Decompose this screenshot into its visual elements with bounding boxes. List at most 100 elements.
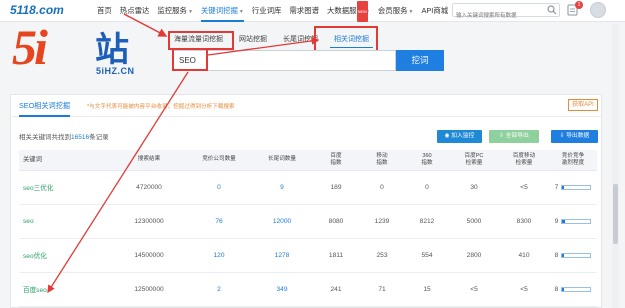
add-monitor-button[interactable]: ◉ 加入监控 — [437, 130, 482, 143]
nav-item-label: 行业词库 — [251, 6, 282, 15]
competition-meter: 8 — [555, 286, 592, 293]
cell-mob_search: <5 — [499, 170, 549, 205]
cell-mobile: 71 — [359, 272, 405, 307]
table-row: seo优化 14500000 120 1278 1811 253 554 2800 410 8 — [19, 238, 597, 273]
panel-tab-related[interactable]: SEO相关词挖掘 — [19, 101, 71, 117]
search-icon[interactable] — [547, 5, 557, 15]
cell-pc: 30 — [449, 170, 499, 205]
new-badge: NEW — [356, 1, 368, 22]
cell-companies[interactable]: 2 — [187, 272, 251, 307]
scrollbar-thumb[interactable] — [613, 184, 618, 244]
page-scrollbar[interactable] — [612, 24, 619, 308]
chevron-down-icon: ▼ — [187, 9, 193, 15]
export-data-button[interactable]: ⇩ 导出数据 — [551, 130, 598, 143]
cell-mob_search: 410 — [499, 238, 549, 273]
message-count-badge: 1 — [575, 1, 583, 9]
cell-mobile: 0 — [359, 170, 405, 205]
keyword-link[interactable]: seo — [19, 204, 111, 239]
cell-mobile: 1239 — [359, 204, 405, 239]
cell-competition: 8 — [549, 272, 597, 307]
column-header[interactable]: 长尾词数量 — [251, 150, 313, 171]
global-search-input[interactable] — [453, 10, 545, 22]
record-count-prefix: 相关关键词共找到 — [19, 134, 71, 141]
export-all-label: 全部导出 — [505, 133, 529, 139]
logo-number: 5i — [12, 19, 48, 75]
table-body: seo三优化 4720000 0 9 189 0 0 30 <5 7 seo 12300000 76 12… — [19, 170, 597, 307]
dig-words-button[interactable]: 挖词 — [396, 50, 444, 71]
nav-item-3[interactable]: 关键词挖掘▼ — [200, 0, 244, 22]
global-search — [452, 3, 560, 22]
cell-results: 12500000 — [111, 272, 187, 307]
watermark-logo: 5i 站 5iHZ.CN — [12, 18, 162, 78]
site-logo[interactable]: 5118.com — [10, 3, 90, 19]
competition-meter: 9 — [555, 218, 592, 225]
cell-mob_search: 8300 — [499, 204, 549, 239]
column-header[interactable]: 竞价公司数量 — [187, 150, 251, 171]
table-row: 百度seo 12500000 2 349 241 71 15 <5 <5 8 — [19, 272, 597, 307]
cell-mob_search: <5 — [499, 272, 549, 307]
keyword-table: 关键词 搜索结果 竞价公司数量 长尾词数量 百度 指数 移动 指数 360 指数 百度PC 检… — [19, 150, 597, 307]
competition-bar — [561, 184, 592, 190]
nav-item-5[interactable]: 需求图谱 — [289, 0, 319, 22]
cell-longtail[interactable]: 1278 — [251, 238, 313, 273]
nav-item-7[interactable]: 会员服务▼ — [378, 0, 414, 22]
cell-s360: 8212 — [405, 204, 449, 239]
competition-bar — [561, 252, 592, 258]
cell-s360: 554 — [405, 238, 449, 273]
nav-item-label: API商城 — [421, 6, 449, 15]
export-all-button[interactable]: ⇩ 全部导出 — [489, 130, 539, 143]
competition-value: 9 — [554, 217, 559, 225]
nav-item-8[interactable]: API商城 — [421, 0, 448, 22]
competition-meter: 8 — [555, 252, 592, 259]
column-header[interactable]: 百度 指数 — [313, 150, 359, 171]
panel-header: SEO相关词挖掘 *与文字代表可能被内容平台收录，挖掘过得到分析下载搜索 获取A… — [11, 95, 601, 117]
cell-baidu: 1811 — [313, 238, 359, 273]
cell-s360: 15 — [405, 272, 449, 307]
cell-companies[interactable]: 120 — [187, 238, 251, 273]
competition-meter: 7 — [555, 184, 592, 191]
competition-bar — [561, 286, 592, 292]
column-header[interactable]: 搜索结果 — [111, 150, 187, 171]
cell-longtail[interactable]: 9 — [251, 170, 313, 205]
highlight-box-input — [172, 48, 208, 71]
cell-results: 12300000 — [111, 204, 187, 239]
record-count: 相关关键词共找到16516条记录 — [19, 131, 109, 141]
table-header-row: 关键词 搜索结果 竞价公司数量 长尾词数量 百度 指数 移动 指数 360 指数 百度PC 检… — [19, 150, 597, 171]
record-count-value: 16516 — [71, 134, 90, 141]
user-avatar[interactable] — [590, 2, 606, 18]
column-header[interactable]: 关键词 — [19, 150, 111, 171]
cell-longtail[interactable]: 349 — [251, 272, 313, 307]
cell-pc: 2800 — [449, 238, 499, 273]
cell-competition: 8 — [549, 238, 597, 273]
column-header[interactable]: 360 指数 — [405, 150, 449, 171]
nav-item-label: 会员服务 — [377, 6, 408, 15]
column-header[interactable]: 竞价竞争 激烈程度 — [549, 150, 597, 171]
keyword-link[interactable]: 百度seo — [19, 272, 111, 307]
column-header[interactable]: 百度移动 检索量 — [499, 150, 549, 171]
nav-item-label: 需求图谱 — [289, 6, 319, 15]
cell-s360: 0 — [405, 170, 449, 205]
column-header[interactable]: 百度PC 检索量 — [449, 150, 499, 171]
get-api-button[interactable]: 获取API — [568, 99, 598, 111]
competition-bar-fill — [562, 253, 565, 257]
nav-item-2[interactable]: 监控服务▼ — [157, 0, 193, 22]
keyword-link[interactable]: seo优化 — [19, 238, 111, 273]
column-header[interactable]: 移动 指数 — [359, 150, 405, 171]
highlight-box-tab-related — [314, 26, 378, 52]
cell-results: 14500000 — [111, 238, 187, 273]
nav-item-6[interactable]: 大数据服务▼NEW — [327, 0, 370, 22]
competition-value: 7 — [554, 183, 559, 191]
cell-pc: <5 — [449, 272, 499, 307]
cell-competition: 7 — [549, 170, 597, 205]
record-count-suffix: 条记录 — [89, 134, 109, 141]
cell-companies[interactable]: 0 — [187, 170, 251, 205]
nav-item-4[interactable]: 行业词库 — [252, 0, 282, 22]
keyword-link[interactable]: seo三优化 — [19, 170, 111, 205]
cell-baidu: 241 — [313, 272, 359, 307]
cell-longtail[interactable]: 12000 — [251, 204, 313, 239]
competition-bar-fill — [562, 219, 566, 223]
subtab-1[interactable]: 网站挖掘 — [235, 32, 271, 48]
panel-note: *与文字代表可能被内容平台收录，挖掘过得到分析下载搜索 — [87, 104, 235, 110]
cell-companies[interactable]: 76 — [187, 204, 251, 239]
cell-baidu: 8080 — [313, 204, 359, 239]
